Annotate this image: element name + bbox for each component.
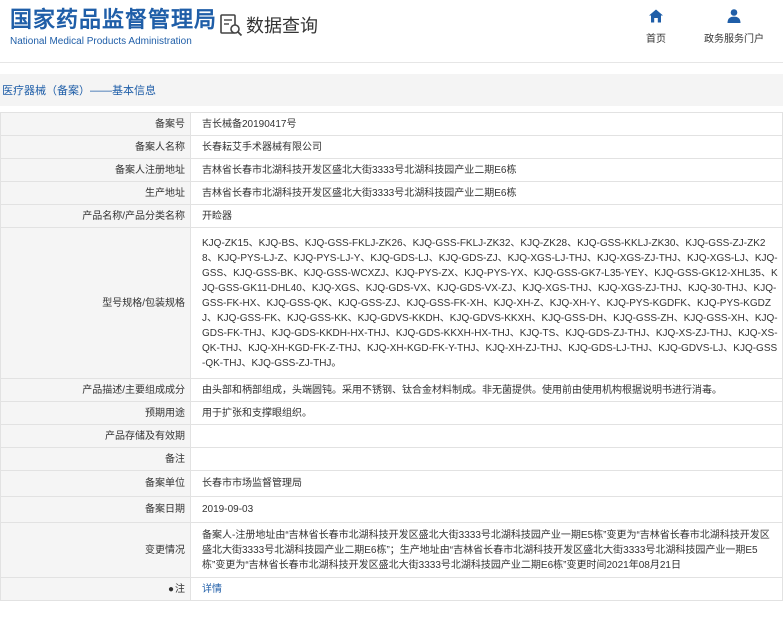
breadcrumb-bar: 医疗器械（备案）——基本信息 xyxy=(0,74,783,106)
field-label: 预期用途 xyxy=(0,401,191,425)
table-row: 备案人名称 长春耘艾手术器械有限公司 xyxy=(0,135,783,159)
query-title: 数据查询 xyxy=(246,16,318,36)
user-icon xyxy=(727,9,741,23)
filer-name-value: 长春耘艾手术器械有限公司 xyxy=(190,135,783,159)
table-row: 型号规格/包装规格 KJQ-ZK15、KJQ-BS、KJQ-GSS-FKLJ-Z… xyxy=(0,227,783,379)
field-label: 备案日期 xyxy=(0,496,191,523)
field-label: 型号规格/包装规格 xyxy=(0,227,191,379)
note-label-cell: ●注 xyxy=(0,577,191,601)
top-nav: 首页 政务服务门户 xyxy=(641,8,783,45)
details-link[interactable]: 详情 xyxy=(202,584,222,595)
description-value: 由头部和柄部组成，头端圆钝。采用不锈钢、钛合金材料制成。非无菌提供。使用前由使用… xyxy=(190,378,783,402)
table-row: 备案号 吉长械备20190417号 xyxy=(0,112,783,136)
table-row: 产品描述/主要组成成分 由头部和柄部组成，头端圆钝。采用不锈钢、钛合金材料制成。… xyxy=(0,378,783,402)
field-label: 产品描述/主要组成成分 xyxy=(0,378,191,402)
nav-portal-label: 政务服务门户 xyxy=(704,34,764,45)
record-detail-table: 备案号 吉长械备20190417号 备案人名称 长春耘艾手术器械有限公司 备案人… xyxy=(0,112,783,601)
note-value: 详情 xyxy=(190,577,783,601)
bullet-icon: ● xyxy=(167,583,174,595)
nav-home-label: 首页 xyxy=(646,34,666,45)
site-logo[interactable]: 国家药品监督管理局 National Medical Products Admi… xyxy=(10,7,217,49)
changes-value: 备案人-注册地址由“吉林省长春市北湖科技开发区盛北大街3333号北湖科技园产业一… xyxy=(190,522,783,578)
filing-unit-value: 长春市市场监督管理局 xyxy=(190,470,783,497)
brand-name-cn: 国家药品监督管理局 xyxy=(10,7,218,32)
table-row: 生产地址 吉林省长春市北湖科技开发区盛北大街3333号北湖科技园产业二期E6栋 xyxy=(0,181,783,205)
nav-service-portal[interactable]: 政务服务门户 xyxy=(699,8,769,45)
intended-use-value: 用于扩张和支撑眼组织。 xyxy=(190,401,783,425)
table-row: 产品存储及有效期 xyxy=(0,424,783,448)
production-address-value: 吉林省长春市北湖科技开发区盛北大街3333号北湖科技园产业二期E6栋 xyxy=(190,181,783,205)
field-label: 备注 xyxy=(0,447,191,471)
data-query-heading: 数据查询 xyxy=(218,12,318,38)
product-name-value: 开睑器 xyxy=(190,204,783,228)
table-row: 备注 xyxy=(0,447,783,471)
table-row: ●注 详情 xyxy=(0,577,783,601)
note-label: 注 xyxy=(175,583,185,595)
filer-address-value: 吉林省长春市北湖科技开发区盛北大街3333号北湖科技园产业二期E6栋 xyxy=(190,158,783,182)
table-row: 变更情况 备案人-注册地址由“吉林省长春市北湖科技开发区盛北大街3333号北湖科… xyxy=(0,522,783,578)
record-number-value: 吉长械备20190417号 xyxy=(190,112,783,136)
remark-value xyxy=(190,447,783,471)
document-search-icon xyxy=(220,14,243,37)
table-row: 预期用途 用于扩张和支撑眼组织。 xyxy=(0,401,783,425)
table-row: 产品名称/产品分类名称 开睑器 xyxy=(0,204,783,228)
nav-home[interactable]: 首页 xyxy=(641,8,671,45)
field-label: 备案人注册地址 xyxy=(0,158,191,182)
field-label: 产品名称/产品分类名称 xyxy=(0,204,191,228)
breadcrumb: 医疗器械（备案）——基本信息 xyxy=(2,85,156,97)
field-label: 产品存储及有效期 xyxy=(0,424,191,448)
site-header: 国家药品监督管理局 National Medical Products Admi… xyxy=(0,0,783,63)
field-label: 生产地址 xyxy=(0,181,191,205)
brand-name-en: National Medical Products Administration xyxy=(10,36,192,47)
table-row: 备案人注册地址 吉林省长春市北湖科技开发区盛北大街3333号北湖科技园产业二期E… xyxy=(0,158,783,182)
field-label: 备案人名称 xyxy=(0,135,191,159)
field-label: 备案号 xyxy=(0,112,191,136)
filing-date-value: 2019-09-03 xyxy=(190,496,783,523)
home-icon xyxy=(649,9,663,23)
table-row: 备案单位 长春市市场监督管理局 xyxy=(0,470,783,497)
storage-value xyxy=(190,424,783,448)
model-spec-value: KJQ-ZK15、KJQ-BS、KJQ-GSS-FKLJ-ZK26、KJQ-GS… xyxy=(190,227,783,379)
field-label: 变更情况 xyxy=(0,522,191,578)
field-label: 备案单位 xyxy=(0,470,191,497)
table-row: 备案日期 2019-09-03 xyxy=(0,496,783,523)
